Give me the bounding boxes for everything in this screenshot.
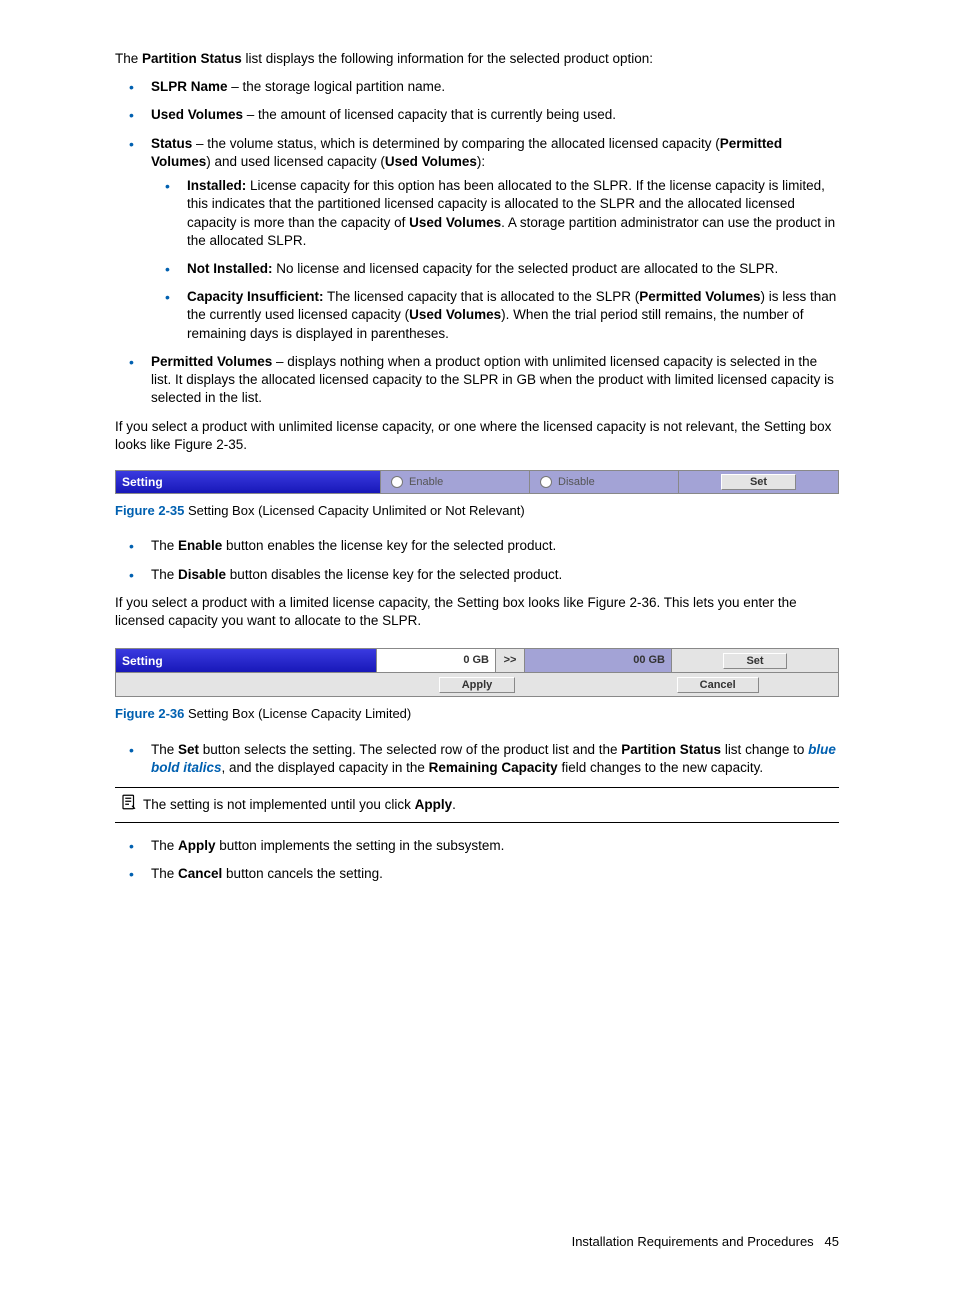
capacity-display: 00 GB: [525, 649, 672, 672]
main-bullet-list: SLPR Name – the storage logical partitio…: [115, 78, 839, 407]
setting-label: Setting: [116, 471, 381, 493]
bullet-cancel: The Cancel button cancels the setting.: [115, 865, 839, 883]
paragraph-unlimited: If you select a product with unlimited l…: [115, 418, 839, 454]
bullet-set-button: The Set button selects the setting. The …: [115, 741, 839, 777]
figure-2-35-setting-box: Setting Enable Disable Set: [115, 470, 839, 494]
note-text: The setting is not implemented until you…: [143, 796, 456, 814]
bullet-used-volumes: Used Volumes – the amount of licensed ca…: [115, 106, 839, 124]
intro-paragraph: The Partition Status list displays the f…: [115, 50, 839, 68]
sub-not-installed: Not Installed: No license and licensed c…: [151, 260, 839, 278]
arrow-button[interactable]: >>: [496, 649, 525, 672]
note-icon: [115, 793, 143, 816]
sub-capacity-insufficient: Capacity Insufficient: The licensed capa…: [151, 288, 839, 343]
bullet-disable: The Disable button disables the license …: [115, 566, 839, 584]
paragraph-limited: If you select a product with a limited l…: [115, 594, 839, 630]
set-button-list: The Set button selects the setting. The …: [115, 741, 839, 777]
note-row: The setting is not implemented until you…: [115, 787, 839, 822]
enable-radio-option[interactable]: Enable: [381, 471, 530, 493]
set-button[interactable]: Set: [721, 474, 796, 490]
disable-radio-option[interactable]: Disable: [530, 471, 679, 493]
sub-installed: Installed: License capacity for this opt…: [151, 177, 839, 250]
apply-cancel-list: The Apply button implements the setting …: [115, 837, 839, 883]
figure-2-36-caption: Figure 2-36 Setting Box (License Capacit…: [115, 705, 839, 723]
radio-icon: [540, 476, 552, 488]
radio-icon: [391, 476, 403, 488]
apply-button[interactable]: Apply: [439, 677, 516, 693]
bullet-apply: The Apply button implements the setting …: [115, 837, 839, 855]
cancel-button[interactable]: Cancel: [677, 677, 759, 693]
bullet-permitted-volumes: Permitted Volumes – displays nothing whe…: [115, 353, 839, 408]
enable-disable-list: The Enable button enables the license ke…: [115, 537, 839, 583]
set-button[interactable]: Set: [723, 653, 786, 669]
setting-label: Setting: [116, 649, 377, 672]
bullet-status: Status – the volume status, which is det…: [115, 135, 839, 343]
bullet-enable: The Enable button enables the license ke…: [115, 537, 839, 555]
figure-2-36-setting-box: Setting 0 GB >> 00 GB Set Apply Cancel: [115, 648, 839, 697]
figure-2-35-caption: Figure 2-35 Setting Box (Licensed Capaci…: [115, 502, 839, 520]
bullet-slpr: SLPR Name – the storage logical partitio…: [115, 78, 839, 96]
capacity-input[interactable]: 0 GB: [377, 649, 496, 672]
page-footer: Installation Requirements and Procedures…: [115, 1233, 839, 1251]
status-sublist: Installed: License capacity for this opt…: [151, 177, 839, 343]
